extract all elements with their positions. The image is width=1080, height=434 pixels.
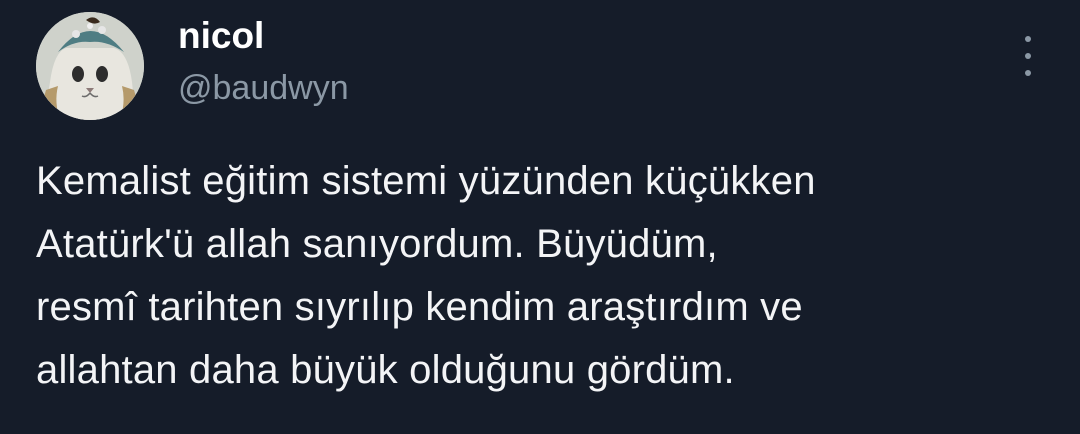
more-dot <box>1025 53 1031 59</box>
tweet-card: nicol @baudwyn Kemalist eğitim sistemi y… <box>0 0 1080 434</box>
avatar[interactable] <box>36 12 144 120</box>
more-options-icon[interactable] <box>1016 36 1040 76</box>
cat-avatar-icon <box>36 12 144 120</box>
author-display-name[interactable]: nicol <box>178 15 264 57</box>
author-handle[interactable]: @baudwyn <box>178 69 349 107</box>
more-dot <box>1025 70 1031 76</box>
tweet-text: Kemalist eğitim sistemi yüzünden küçükke… <box>36 159 816 392</box>
more-dot <box>1025 36 1031 42</box>
